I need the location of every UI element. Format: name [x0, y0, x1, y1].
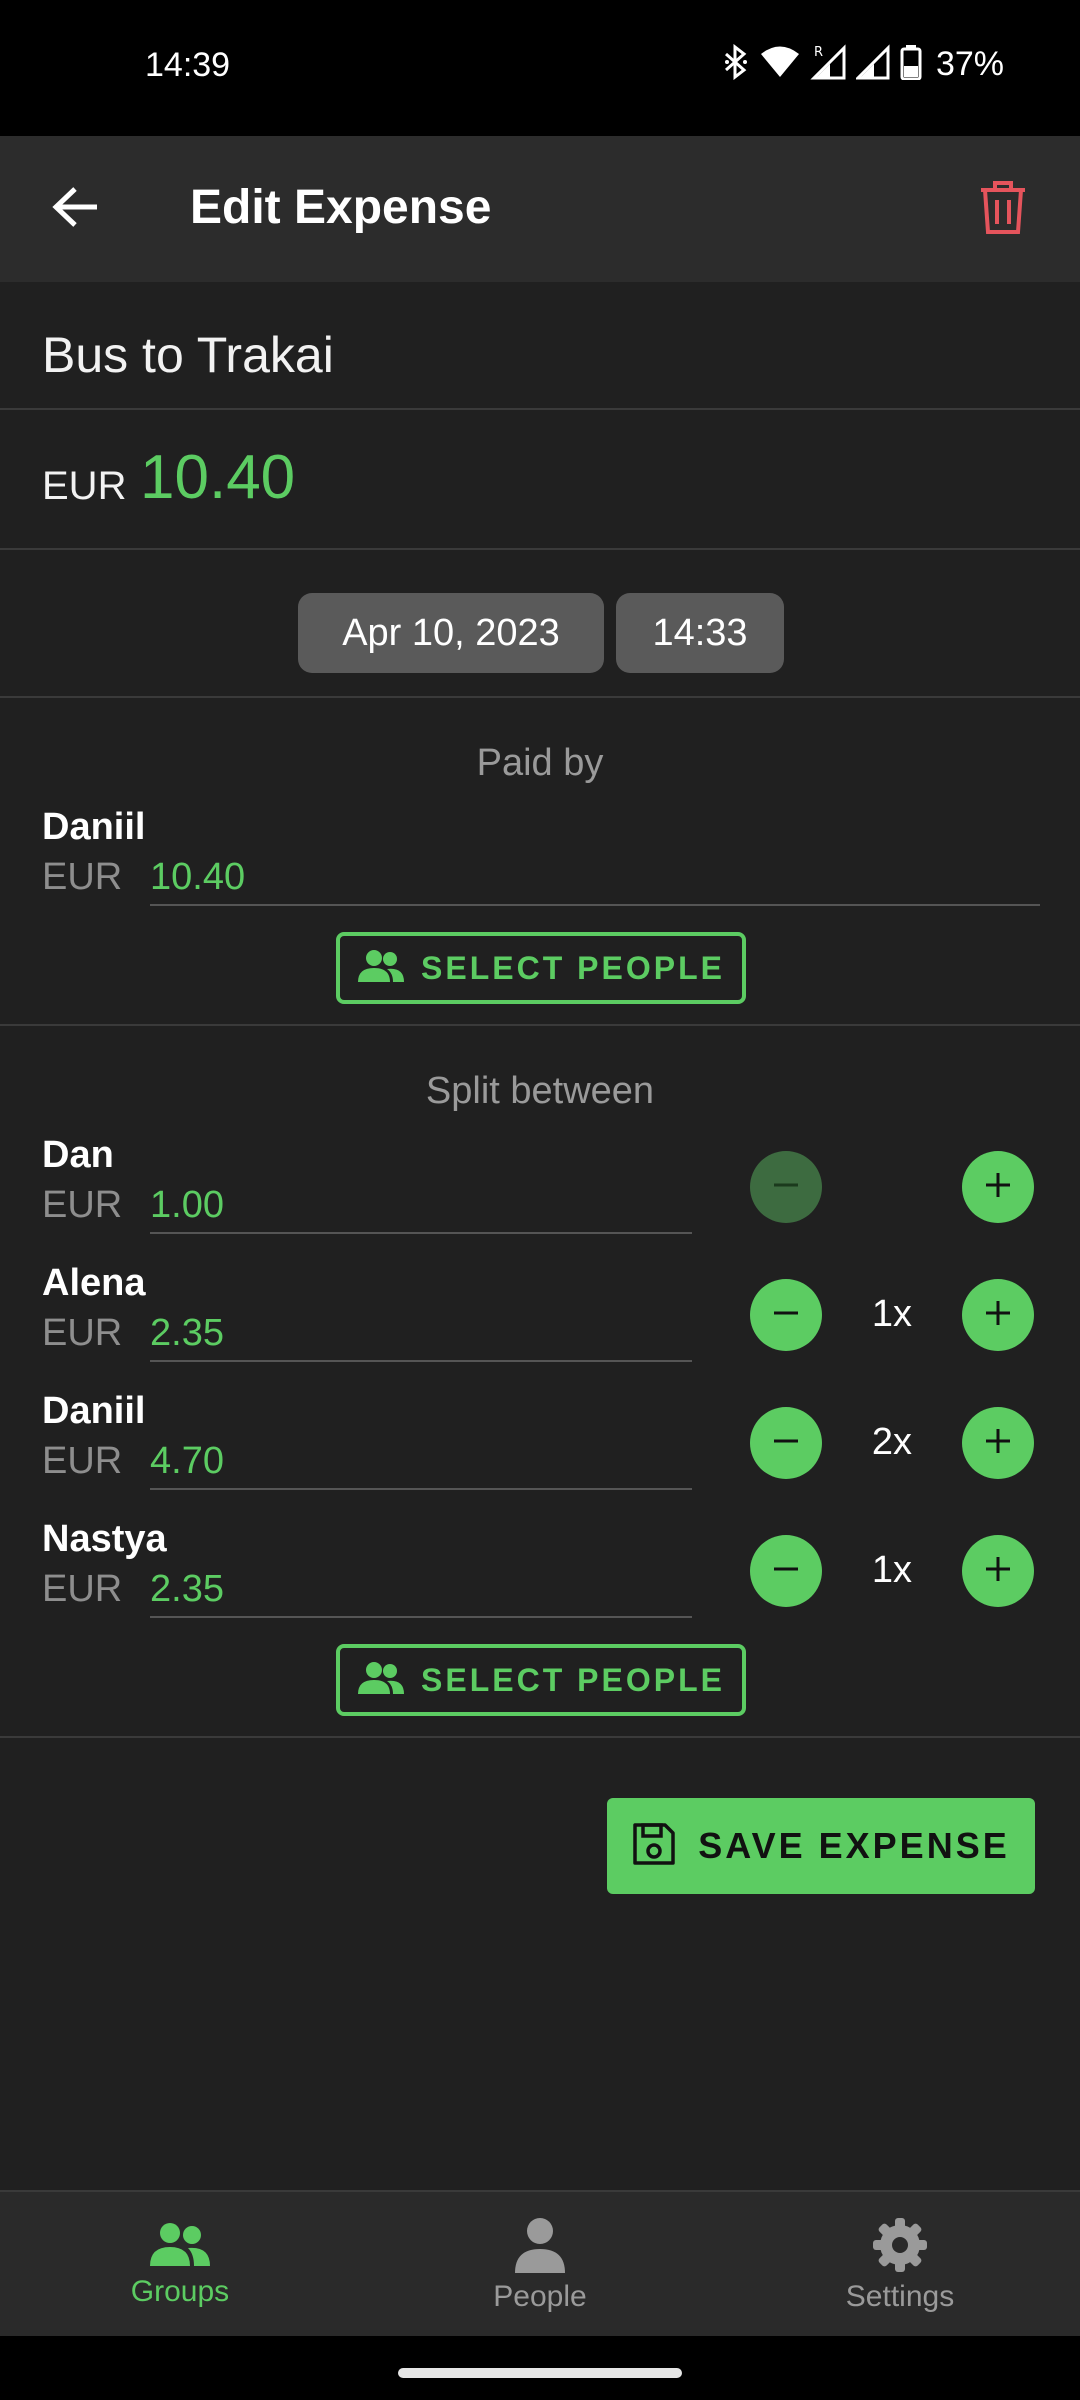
plus-icon — [982, 1425, 1014, 1462]
decrease-share-button[interactable] — [750, 1407, 822, 1479]
increase-share-button[interactable] — [962, 1407, 1034, 1479]
save-icon — [632, 1822, 676, 1871]
nav-label-groups: Groups — [130, 2274, 230, 2308]
nav-item-people[interactable]: People — [360, 2192, 720, 2338]
split-person-name: Nastya — [42, 1518, 167, 1560]
nav-label-people: People — [493, 2279, 587, 2313]
split-person-name: Daniil — [42, 1390, 146, 1432]
plus-icon — [982, 1553, 1014, 1590]
status-bar: 14:39 R 37% — [0, 0, 1080, 136]
select-split-people-button[interactable]: SELECT PEOPLE — [336, 1644, 746, 1716]
save-expense-button[interactable]: SAVE EXPENSE — [607, 1798, 1035, 1894]
back-button[interactable] — [40, 174, 110, 244]
split-person-currency: EUR — [42, 1184, 123, 1226]
split-amount-input[interactable]: 1.00 — [150, 1184, 224, 1227]
battery-icon — [900, 44, 922, 85]
trash-icon — [977, 178, 1029, 241]
signal-icon — [854, 44, 890, 85]
split-between-title: Split between — [425, 1070, 655, 1112]
split-amount-input[interactable]: 2.35 — [150, 1568, 224, 1611]
minus-icon — [770, 1297, 802, 1334]
groups-icon — [148, 2222, 212, 2273]
decrease-share-button[interactable] — [750, 1151, 822, 1223]
person-icon — [513, 2217, 567, 2278]
payer-currency: EUR — [42, 856, 123, 898]
battery-percent: 37% — [935, 45, 1004, 83]
gear-icon — [872, 2217, 928, 2278]
home-gesture-handle[interactable] — [398, 2368, 682, 2378]
divider — [0, 696, 1080, 698]
select-people-label: SELECT PEOPLE — [421, 1661, 725, 1698]
gesture-bar — [0, 2336, 1080, 2400]
wifi-icon — [760, 45, 800, 84]
amount-input[interactable]: 10.40 — [140, 442, 295, 513]
bluetooth-icon — [722, 43, 750, 85]
plus-icon — [982, 1169, 1014, 1206]
divider — [0, 1736, 1080, 1738]
share-multiplier: 1x — [871, 1293, 913, 1335]
signal-roaming-icon: R — [810, 44, 846, 85]
decrease-share-button[interactable] — [750, 1279, 822, 1351]
select-people-label: SELECT PEOPLE — [421, 949, 725, 986]
divider — [0, 1024, 1080, 1026]
minus-icon — [770, 1425, 802, 1462]
svg-text:R: R — [814, 45, 823, 60]
group-icon — [357, 1661, 405, 1700]
app-bar: Edit Expense — [0, 136, 1080, 282]
select-payers-button[interactable]: SELECT PEOPLE — [336, 932, 746, 1004]
nav-label-settings: Settings — [845, 2279, 955, 2313]
input-underline — [150, 1616, 692, 1618]
increase-share-button[interactable] — [962, 1151, 1034, 1223]
divider — [0, 408, 1080, 410]
split-amount-input[interactable]: 2.35 — [150, 1312, 224, 1355]
currency-selector[interactable]: EUR — [42, 464, 126, 509]
page-title: Edit Expense — [190, 181, 492, 234]
nav-item-groups[interactable]: Groups — [0, 2192, 360, 2338]
divider — [0, 548, 1080, 550]
plus-icon — [982, 1297, 1014, 1334]
delete-expense-button[interactable] — [968, 172, 1038, 246]
save-expense-label: SAVE EXPENSE — [698, 1825, 1010, 1866]
input-underline — [150, 1232, 692, 1234]
split-person-currency: EUR — [42, 1568, 123, 1610]
split-person-name: Alena — [42, 1262, 146, 1304]
minus-icon — [770, 1553, 802, 1590]
split-amount-input[interactable]: 4.70 — [150, 1440, 224, 1483]
arrow-back-icon — [51, 185, 99, 234]
minus-icon — [770, 1169, 802, 1206]
decrease-share-button[interactable] — [750, 1535, 822, 1607]
increase-share-button[interactable] — [962, 1279, 1034, 1351]
increase-share-button[interactable] — [962, 1535, 1034, 1607]
expense-name-input[interactable]: Bus to Trakai — [42, 326, 334, 384]
date-picker-button[interactable]: Apr 10, 2023 — [298, 593, 604, 673]
status-icons: R 37% — [722, 43, 1004, 85]
status-time: 14:39 — [145, 46, 231, 84]
split-person-name: Dan — [42, 1134, 114, 1176]
paid-by-title: Paid by — [476, 742, 604, 784]
time-picker-button[interactable]: 14:33 — [616, 593, 784, 673]
payer-name: Daniil — [42, 806, 146, 848]
input-underline — [150, 1488, 692, 1490]
share-multiplier: 2x — [871, 1421, 913, 1463]
split-person-currency: EUR — [42, 1312, 123, 1354]
input-underline — [150, 1360, 692, 1362]
payer-amount-input[interactable]: 10.40 — [150, 856, 245, 899]
input-underline — [150, 904, 1040, 906]
group-icon — [357, 949, 405, 988]
expense-form: Bus to Trakai EUR 10.40 Apr 10, 2023 14:… — [0, 282, 1080, 2190]
split-person-currency: EUR — [42, 1440, 123, 1482]
bottom-navigation: Groups People Settings — [0, 2190, 1080, 2336]
share-multiplier: 1x — [871, 1549, 913, 1591]
nav-item-settings[interactable]: Settings — [720, 2192, 1080, 2338]
